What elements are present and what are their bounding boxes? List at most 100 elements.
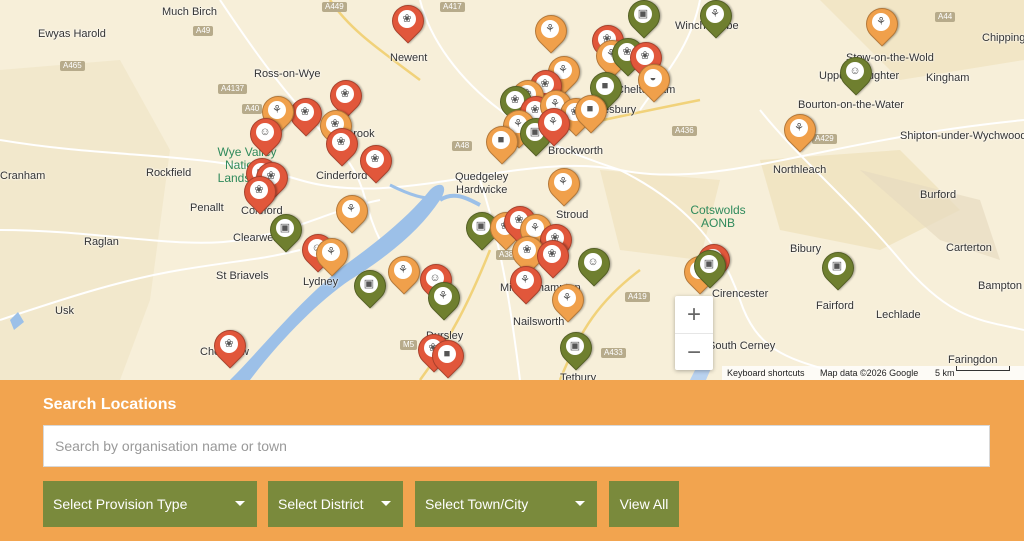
- location-marker[interactable]: ⚘: [545, 277, 591, 324]
- place-label: Lechlade: [876, 309, 921, 321]
- road-label: M5: [400, 340, 418, 350]
- plant-pot-icon: ⚘: [545, 23, 555, 35]
- town-select[interactable]: Select Town/City: [415, 481, 597, 527]
- location-marker[interactable]: ⚘: [528, 8, 574, 55]
- search-panel: Search Locations Select Provision Type S…: [0, 380, 1024, 541]
- town-label: Select Town/City: [425, 496, 529, 512]
- road-label: A465: [60, 61, 85, 71]
- location-marker[interactable]: ■: [479, 119, 525, 166]
- plate-cutlery-icon: ❀: [402, 13, 412, 25]
- location-marker[interactable]: ☺: [833, 50, 879, 97]
- plate-cutlery-icon: ❀: [522, 244, 532, 256]
- basket-icon: ▣: [831, 260, 843, 272]
- location-marker[interactable]: ⚘: [309, 231, 355, 278]
- road-label: A49: [193, 26, 214, 36]
- location-marker[interactable]: ⚘: [503, 259, 549, 306]
- district-label: Select District: [278, 496, 364, 512]
- place-label: Hardwicke: [456, 184, 508, 196]
- location-marker[interactable]: ☺: [571, 241, 617, 288]
- map-data-credit: Map data ©2026 Google: [820, 368, 919, 378]
- place-label: Burford: [920, 189, 957, 201]
- place-label: Carterton: [946, 242, 992, 254]
- map-attribution: Keyboard shortcuts Map data ©2026 Google…: [722, 366, 1024, 380]
- people-icon: ☺: [849, 65, 861, 77]
- place-label: Stroud: [556, 209, 589, 221]
- location-marker[interactable]: ❀: [207, 323, 253, 370]
- plant-pot-icon: ⚘: [562, 292, 572, 304]
- place-label: Bourton-on-the-Water: [798, 99, 904, 111]
- park-label: Cotswolds AONB: [690, 203, 746, 230]
- location-marker[interactable]: ⚘: [381, 249, 427, 296]
- place-label: Chipping Norton: [982, 32, 1024, 44]
- location-marker[interactable]: ⚘: [693, 0, 739, 40]
- location-marker[interactable]: ❀: [283, 91, 329, 138]
- keyboard-shortcuts-link[interactable]: Keyboard shortcuts: [727, 366, 805, 380]
- district-select[interactable]: Select District: [268, 481, 403, 527]
- location-marker[interactable]: ❀: [385, 0, 431, 45]
- plant-pot-icon: ⚘: [346, 203, 356, 215]
- location-marker[interactable]: ▣: [687, 243, 733, 290]
- place-label: Ewyas Harold: [38, 28, 106, 40]
- place-label: Shipton-under-Wychwood: [900, 130, 1024, 142]
- place-label: Faringdon: [948, 354, 998, 366]
- plate-cutlery-icon: ❀: [640, 50, 650, 62]
- map[interactable]: Much Birch Ewyas Harold Newent Winchcomb…: [0, 0, 1024, 380]
- plant-pot-icon: ⚘: [710, 8, 720, 20]
- bag-icon: ■: [443, 348, 451, 360]
- road-label: A429: [812, 134, 837, 144]
- plant-pot-icon: ⚘: [326, 246, 336, 258]
- chevron-down-icon: [575, 501, 585, 506]
- location-marker[interactable]: ☺: [243, 111, 289, 158]
- location-marker[interactable]: ⚘: [859, 1, 905, 48]
- location-marker[interactable]: ▣: [621, 0, 667, 40]
- location-marker[interactable]: ◒: [631, 57, 677, 104]
- road-label: A433: [601, 348, 626, 358]
- basket-icon: ▣: [637, 8, 649, 20]
- people-icon: ☺: [259, 126, 271, 138]
- place-label: Bibury: [790, 243, 822, 255]
- location-marker[interactable]: ❀: [319, 121, 365, 168]
- location-marker[interactable]: ■: [568, 88, 614, 135]
- scale-label: 5 km: [935, 368, 955, 378]
- search-input[interactable]: [43, 425, 990, 467]
- road-label: A48: [452, 141, 473, 151]
- location-marker[interactable]: ▣: [347, 263, 393, 310]
- location-marker[interactable]: ■: [425, 333, 471, 380]
- plate-cutlery-icon: ❀: [340, 88, 350, 100]
- zoom-in-button[interactable]: +: [675, 296, 713, 334]
- bag-icon: ■: [601, 80, 609, 92]
- place-label: St Briavels: [216, 270, 269, 282]
- plant-pot-icon: ⚘: [548, 116, 558, 128]
- location-marker[interactable]: ▣: [815, 245, 861, 292]
- chevron-down-icon: [381, 501, 391, 506]
- place-label: Northleach: [773, 164, 827, 176]
- location-marker[interactable]: ⚘: [421, 275, 467, 322]
- plant-pot-icon: ⚘: [438, 290, 448, 302]
- location-marker[interactable]: ⚘: [329, 188, 375, 235]
- plant-pot-icon: ⚘: [398, 264, 408, 276]
- plate-cutlery-icon: ❀: [547, 248, 557, 260]
- location-marker[interactable]: ⚘: [541, 161, 587, 208]
- location-marker[interactable]: ❀: [530, 233, 576, 280]
- location-marker[interactable]: ⚘: [777, 107, 823, 154]
- basket-icon: ▣: [569, 340, 581, 352]
- road-label: A4137: [218, 84, 248, 94]
- zoom-out-button[interactable]: −: [675, 334, 713, 371]
- location-marker[interactable]: ❀: [237, 169, 283, 216]
- location-marker[interactable]: ⚘: [531, 101, 577, 148]
- location-marker[interactable]: ❀: [353, 138, 399, 185]
- plate-cutlery-icon: ❀: [370, 153, 380, 165]
- location-marker[interactable]: ▣: [553, 325, 599, 372]
- road-label: A40: [242, 104, 263, 114]
- provision-type-select[interactable]: Select Provision Type: [43, 481, 257, 527]
- plant-pot-icon: ⚘: [876, 16, 886, 28]
- road-label: A436: [672, 126, 697, 136]
- plate-cutlery-icon: ❀: [336, 136, 346, 148]
- place-label: Much Birch: [162, 6, 218, 18]
- place-label: Raglan: [84, 236, 119, 248]
- view-all-button[interactable]: View All: [609, 481, 679, 527]
- scale-bar: [956, 366, 1010, 371]
- road-label: A417: [440, 2, 465, 12]
- basket-icon: ▣: [703, 258, 715, 270]
- location-marker[interactable]: ▣: [263, 207, 309, 254]
